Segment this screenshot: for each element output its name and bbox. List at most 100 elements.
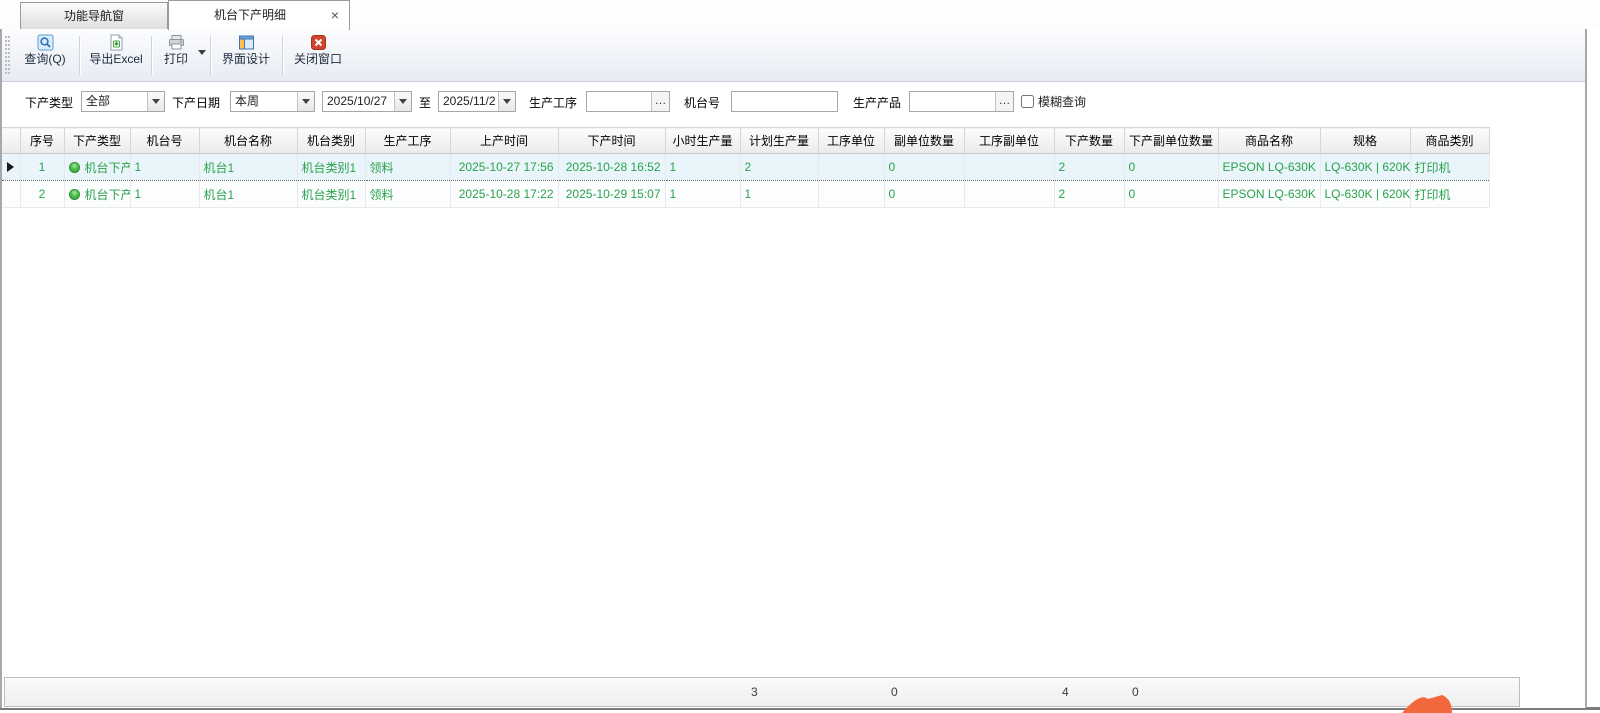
tab-machine-detail[interactable]: 机台下产明细 × [168,0,350,30]
cell-machine-no: 1 [130,181,199,208]
cell-start-time: 2025-10-28 17:22 [450,181,558,208]
column-header[interactable]: 下产数量 [1054,128,1124,154]
column-header[interactable]: 序号 [20,128,64,154]
ui-design-button-label: 界面设计 [215,52,277,66]
chevron-down-icon[interactable] [147,92,164,111]
date-to-picker[interactable]: 2025/11/2 [438,91,516,112]
machine-filter-input[interactable] [732,92,837,111]
cursor-artifact [1398,690,1456,713]
date-preset-value: 本周 [231,92,297,111]
column-header[interactable]: 下产副单位数量 [1124,128,1218,154]
row-indicator-header [2,128,20,154]
cell-machine-class: 机台类别1 [297,154,365,181]
tab-function-nav[interactable]: 功能导航窗 [20,2,168,29]
column-header[interactable]: 机台名称 [199,128,297,154]
cell-machine-class: 机台类别1 [297,181,365,208]
main-frame: 查询(Q) 导出Excel 打印 [0,29,1587,708]
summary-plan-qty-total: 3 [751,685,758,699]
excel-export-icon [108,34,125,51]
process-filter-box: … [586,91,670,112]
product-lookup-button[interactable]: … [995,92,1013,111]
date-filter-label: 下产日期 [172,93,220,113]
column-header[interactable]: 工序单位 [818,128,884,154]
cell-process-unit [818,154,884,181]
fuzzy-search-option: 模糊查询 [1021,93,1086,110]
column-header[interactable]: 小时生产量 [665,128,740,154]
column-header[interactable]: 生产工序 [365,128,450,154]
cell-down-qty: 2 [1054,154,1124,181]
toolbar-separator [282,36,283,75]
close-window-icon [310,34,327,51]
column-header[interactable]: 副单位数量 [884,128,964,154]
summary-down-sub-total: 0 [1132,685,1139,699]
column-header[interactable]: 规格 [1320,128,1410,154]
row-indicator [2,154,20,181]
cell-machine-name: 机台1 [199,181,297,208]
print-icon [168,34,185,51]
process-lookup-button[interactable]: … [651,92,669,111]
table-row[interactable]: 2 机台下产 1 机台1 机台类别1 领料 2025-10-28 17:22 2… [2,181,1489,208]
date-to-value: 2025/11/2 [439,92,498,111]
filter-bar: 下产类型 全部 下产日期 本周 2025/10/27 至 2025/11/2 生… [2,83,1585,127]
query-button-label: 查询(Q) [14,52,76,66]
type-filter-combo[interactable]: 全部 [81,91,165,112]
date-to-label: 至 [419,93,431,113]
column-header[interactable]: 机台类别 [297,128,365,154]
machine-filter-label: 机台号 [684,93,720,113]
close-window-button-label: 关闭窗口 [287,52,349,66]
column-header[interactable]: 机台号 [130,128,199,154]
table-row[interactable]: 1 机台下产 1 机台1 机台类别1 领料 2025-10-27 17:56 2… [2,154,1489,181]
date-preset-combo[interactable]: 本周 [230,91,315,112]
cell-category: 打印机 [1410,181,1489,208]
tab-close-icon[interactable]: × [331,1,339,29]
date-from-picker[interactable]: 2025/10/27 [322,91,412,112]
close-window-button[interactable]: 关闭窗口 [287,32,349,79]
chevron-down-icon[interactable] [498,92,515,111]
current-row-arrow-icon [7,162,14,172]
cell-spec: LQ-630K | 620K [1320,154,1410,181]
toolbar-separator [210,36,211,75]
toolbar-separator [79,36,80,75]
cell-hourly-qty: 1 [665,154,740,181]
column-header[interactable]: 下产类型 [64,128,130,154]
query-button[interactable]: 查询(Q) [14,32,76,79]
fuzzy-search-checkbox[interactable] [1021,95,1034,108]
tab-label: 功能导航窗 [64,9,124,23]
cell-plan-qty: 2 [740,154,818,181]
column-header[interactable]: 商品名称 [1218,128,1320,154]
ui-design-icon [238,34,255,51]
column-header[interactable]: 工序副单位 [964,128,1054,154]
cell-hourly-qty: 1 [665,181,740,208]
column-header[interactable]: 下产时间 [558,128,665,154]
column-header[interactable]: 商品类别 [1410,128,1489,154]
product-filter-box: … [909,91,1014,112]
cell-sub-unit-qty: 0 [884,154,964,181]
cell-type: 机台下产 [64,154,130,181]
search-icon [37,34,54,51]
type-filter-value: 全部 [82,92,147,111]
process-filter-input[interactable] [587,92,651,111]
summary-bar: 3 0 4 0 [4,677,1520,707]
column-header[interactable]: 计划生产量 [740,128,818,154]
cell-down-sub-qty: 0 [1124,154,1218,181]
process-filter-label: 生产工序 [529,93,577,113]
ui-design-button[interactable]: 界面设计 [215,32,277,79]
date-from-value: 2025/10/27 [323,92,394,111]
tab-label: 机台下产明细 [214,8,286,22]
print-dropdown-icon[interactable] [198,50,206,55]
cell-start-time: 2025-10-27 17:56 [450,154,558,181]
summary-sub-unit-total: 0 [891,685,898,699]
export-excel-button[interactable]: 导出Excel [84,32,148,79]
cell-spec: LQ-630K | 620K [1320,181,1410,208]
cell-plan-qty: 1 [740,181,818,208]
print-button-label: 打印 [156,52,196,66]
print-button[interactable]: 打印 [156,32,196,79]
type-filter-label: 下产类型 [25,93,73,113]
chevron-down-icon[interactable] [297,92,314,111]
cell-type: 机台下产 [64,181,130,208]
cell-sub-unit-qty: 0 [884,181,964,208]
chevron-down-icon[interactable] [394,92,411,111]
toolbar-grip[interactable] [5,36,10,74]
product-filter-input[interactable] [910,92,995,111]
column-header[interactable]: 上产时间 [450,128,558,154]
